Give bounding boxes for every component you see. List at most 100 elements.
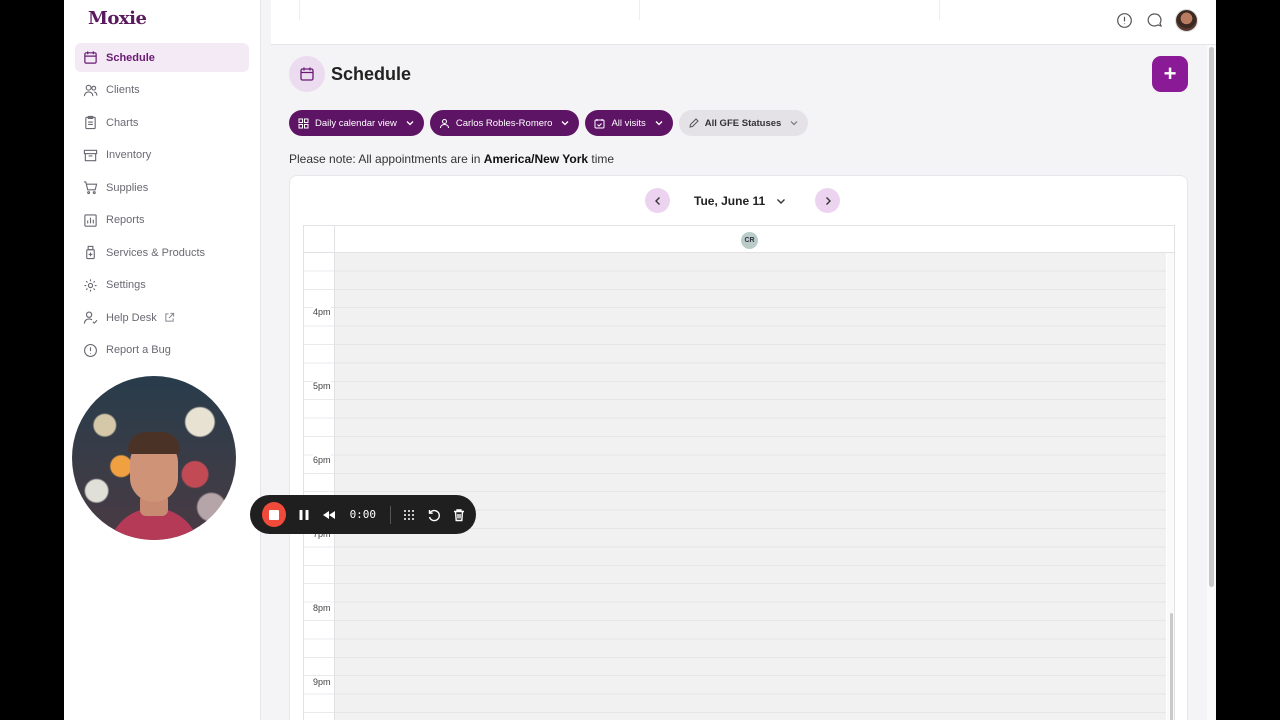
timezone-note-suffix: time [588,152,615,166]
pencil-icon [689,117,699,128]
webcam-preview[interactable] [72,376,236,540]
rewind-icon [323,510,336,519]
restart-button[interactable] [426,506,443,524]
restart-icon [429,509,441,521]
add-appointment-button[interactable]: + [1152,56,1188,92]
sidebar-item-schedule[interactable]: Schedule [75,43,249,72]
current-date[interactable]: Tue, June 11 [694,194,765,208]
sidebar-item-report-bug[interactable]: Report a Bug [75,336,249,365]
stop-recording-button[interactable] [262,502,286,527]
gfe-status-filter-dropdown[interactable]: All GFE Statuses [678,110,809,136]
timezone-note: Please note: All appointments are in Ame… [289,152,614,166]
stop-icon [268,509,279,520]
provider-day-column[interactable] [335,253,1166,720]
sidebar-item-label: Reports [106,214,145,226]
rewind-button[interactable] [321,506,338,524]
filter-bar: Daily calendar view Carlos Robles-Romero… [289,110,814,136]
hour-label: 5pm [313,380,331,392]
hour-label: 4pm [313,306,331,318]
moxie-logo[interactable]: Moxie [88,8,147,29]
view-filter-label: Daily calendar view [315,117,397,129]
bar-chart-icon [84,213,97,227]
page-title: Schedule [331,63,412,84]
chevron-down-icon[interactable] [775,195,787,207]
sidebar-item-supplies[interactable]: Supplies [75,173,249,202]
webcam-person-hair [128,432,180,454]
sidebar-item-services-products[interactable]: Services & Products [75,238,249,267]
scrollbar-thumb[interactable] [1170,613,1173,720]
grid-view-icon [298,118,309,128]
view-filter-dropdown[interactable]: Daily calendar view [289,110,424,136]
person-help-icon [83,311,98,324]
clipboard-icon [85,115,96,130]
chevron-down-icon [406,121,414,126]
calendar-scrollbar[interactable] [1167,253,1174,720]
sidebar-item-inventory[interactable]: Inventory [75,141,249,170]
day-calendar-grid: CR 4pm 5pm 6pm 7pm 8pm 9pm [303,225,1175,720]
top-divider [299,0,300,20]
calendar-column-header: CR [304,226,1174,253]
sidebar-item-label: Clients [106,84,140,96]
hour-label: 9pm [313,676,331,688]
time-column: 4pm 5pm 6pm 7pm 8pm 9pm [304,253,335,720]
sidebar-item-label: Schedule [106,51,155,64]
pause-button[interactable] [296,506,313,524]
sidebar-nav: Schedule Clients Charts Inventory Suppli… [75,43,249,368]
delete-recording-button[interactable] [451,506,468,524]
top-divider [939,0,940,20]
previous-day-button[interactable] [645,188,670,213]
sidebar-item-label: Help Desk [106,311,157,324]
chat-icon[interactable] [1146,12,1163,29]
toolbar-divider [390,505,391,524]
calendar-card: Tue, June 11 CR 4pm 5pm 6pm 7pm 8pm 9pm [289,175,1188,720]
calendar-icon [300,67,314,81]
trash-icon [454,508,465,521]
external-link-icon [165,312,174,322]
provider-filter-label: Carlos Robles-Romero [455,117,553,129]
recording-toolbar: 0:00 [250,495,476,534]
chevron-down-icon [655,121,663,126]
recording-timer: 0:00 [349,508,377,521]
top-actions [1103,9,1198,32]
hour-label: 8pm [313,602,331,614]
users-icon [83,84,98,96]
schedule-header-icon [289,56,325,92]
sidebar-item-label: Inventory [106,149,152,161]
page-scrollbar[interactable] [1207,45,1216,720]
drag-handle[interactable] [401,506,418,524]
chevron-down-icon [790,121,798,126]
bottle-icon [86,245,95,260]
sidebar-item-settings[interactable]: Settings [75,271,249,300]
timezone-name: America/New York [483,152,589,166]
visits-filter-label: All visits [611,117,646,129]
sidebar-item-help-desk[interactable]: Help Desk [75,303,249,332]
gear-icon [84,278,97,292]
info-alert-icon[interactable] [1116,12,1133,29]
sidebar-item-charts[interactable]: Charts [75,108,249,137]
visits-filter-dropdown[interactable]: All visits [585,110,673,136]
archive-icon [83,149,98,161]
hour-label: 6pm [313,454,331,466]
top-bar [271,0,1216,45]
timezone-note-prefix: Please note: All appointments are in [289,152,484,166]
app-window: Moxie Schedule Clients Charts Inventory … [64,0,1216,720]
provider-filter-dropdown[interactable]: Carlos Robles-Romero [429,110,580,136]
provider-initials-badge[interactable]: CR [741,232,758,249]
page-scrollbar-thumb[interactable] [1209,47,1214,587]
sidebar-item-label: Services & Products [106,246,206,259]
page-header: Schedule [289,56,411,92]
calendar-icon [84,51,97,64]
cart-icon [83,181,98,195]
sidebar-item-reports[interactable]: Reports [75,206,249,235]
alert-circle-icon [84,343,97,357]
date-navigation: Tue, June 11 [645,188,841,213]
sidebar-item-label: Supplies [106,181,149,194]
chevron-right-icon [825,196,831,205]
sidebar-item-label: Settings [106,279,146,291]
user-avatar[interactable] [1175,9,1198,32]
sidebar-item-clients[interactable]: Clients [75,76,249,105]
next-day-button[interactable] [815,188,841,213]
time-column-header [304,226,335,253]
calendar-body: 4pm 5pm 6pm 7pm 8pm 9pm [304,253,1174,720]
calendar-check-icon [594,118,605,128]
